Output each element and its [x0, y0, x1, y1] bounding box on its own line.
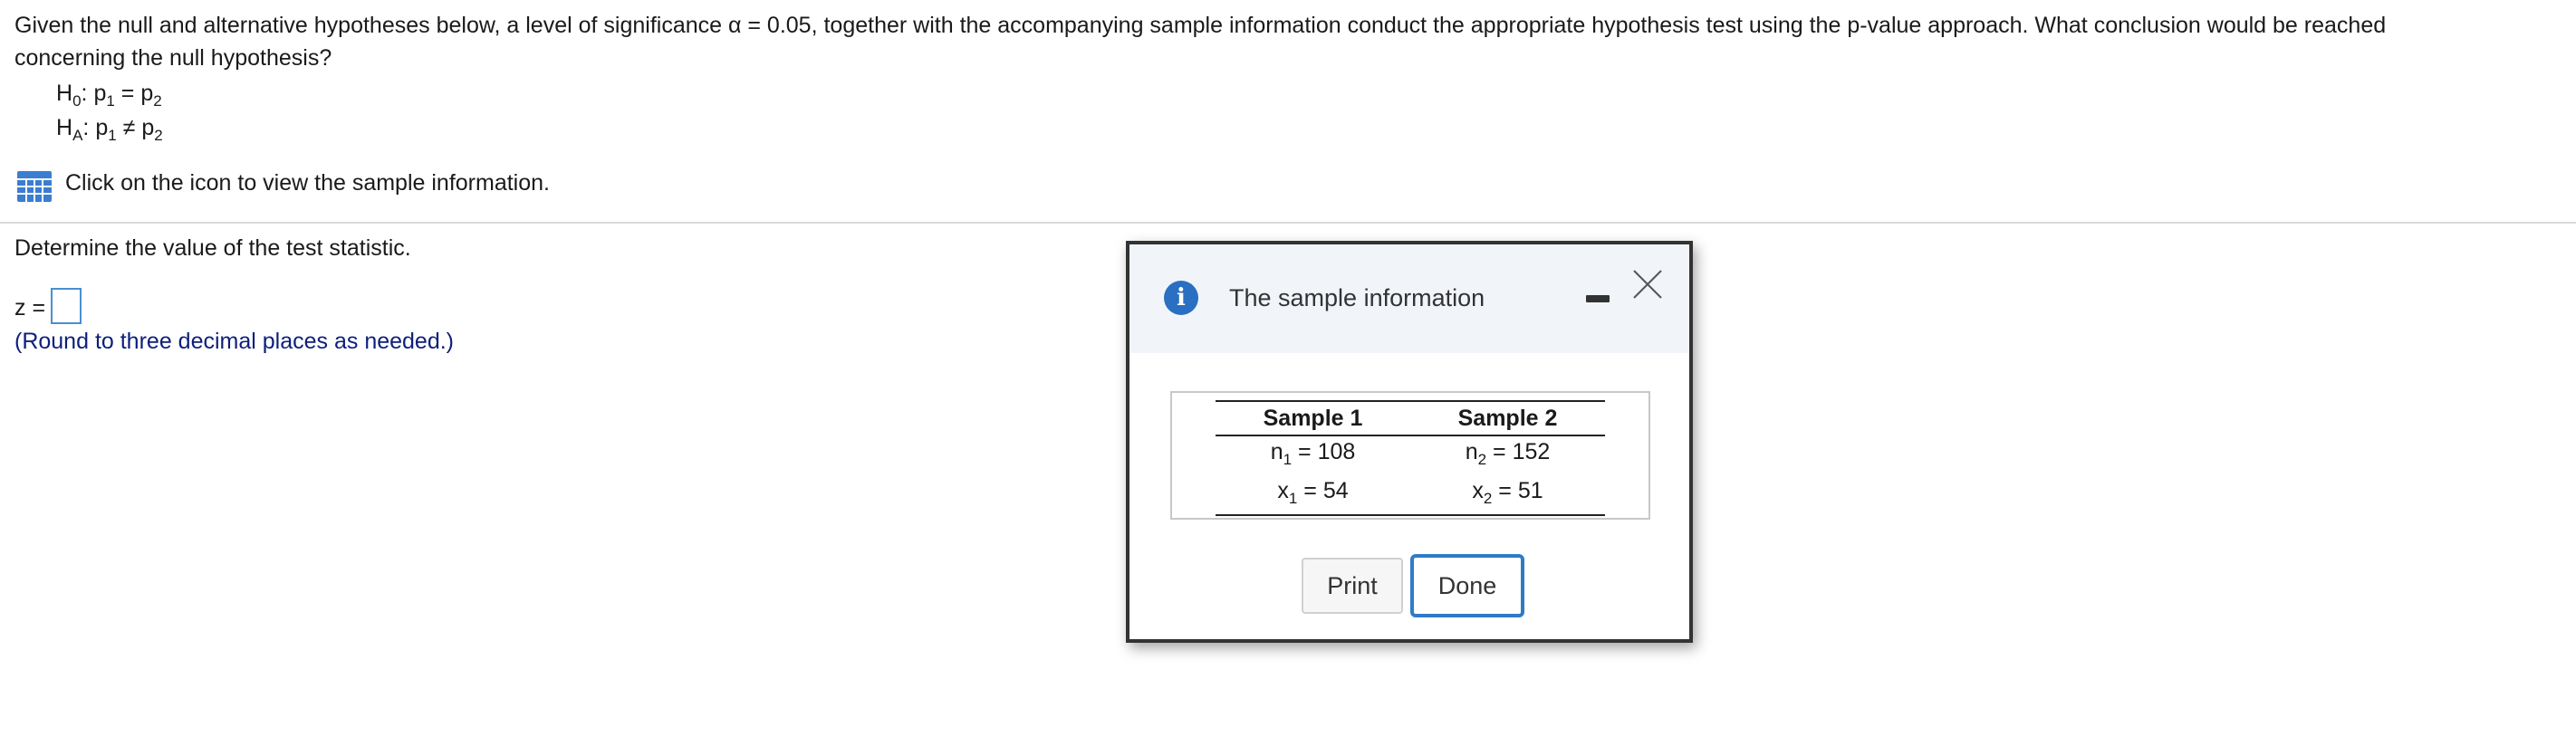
info-icon: i: [1164, 281, 1198, 315]
sample-info-dialog: i The sample information Sample 1 Sample…: [1126, 241, 1693, 643]
dialog-title: The sample information: [1229, 284, 1485, 311]
question-line-1: Given the null and alternative hypothese…: [14, 13, 2387, 38]
header-sample-2: Sample 2: [1410, 400, 1605, 436]
table-header-row: Sample 1 Sample 2: [1216, 400, 1605, 436]
minimize-button[interactable]: [1579, 284, 1619, 311]
cell-x1: x1 = 54: [1216, 475, 1410, 516]
z-label: z =: [14, 295, 46, 320]
table-row: n1 = 108 n2 = 152: [1216, 435, 1605, 475]
section-divider: [0, 222, 2576, 224]
cell-n1: n1 = 108: [1270, 439, 1356, 468]
rounding-hint: (Round to three decimal places as needed…: [14, 329, 455, 354]
cell-x2: x2 = 51: [1410, 475, 1605, 516]
minimize-icon: [1586, 295, 1610, 302]
print-button[interactable]: Print: [1302, 558, 1403, 614]
question-line-2: concerning the null hypothesis?: [14, 45, 332, 71]
table-row: x1 = 54 x2 = 51: [1216, 475, 1605, 516]
question-text: Given the null and alternative hypothese…: [14, 9, 2551, 74]
z-answer-input[interactable]: [51, 288, 82, 324]
done-button[interactable]: Done: [1410, 554, 1524, 617]
close-icon: [1633, 270, 1662, 299]
close-button[interactable]: [1629, 266, 1666, 302]
sample-table: Sample 1 Sample 2 n1 = 108 n2 = 152 x1 =…: [1216, 400, 1605, 516]
header-sample-1: Sample 1: [1216, 400, 1410, 436]
sample-table-frame: Sample 1 Sample 2 n1 = 108 n2 = 152 x1 =…: [1170, 391, 1650, 520]
test-statistic-prompt: Determine the value of the test statisti…: [14, 235, 411, 261]
dialog-header: i The sample information: [1129, 244, 1689, 353]
grid-table-icon[interactable]: [16, 170, 53, 203]
cell-n2: n2 = 152: [1465, 439, 1551, 468]
alternative-hypothesis: HA: p1 ≠ p2: [56, 115, 163, 144]
sample-info-instruction: Click on the icon to view the sample inf…: [65, 170, 550, 196]
null-hypothesis: H0: p1 = p2: [56, 81, 162, 110]
